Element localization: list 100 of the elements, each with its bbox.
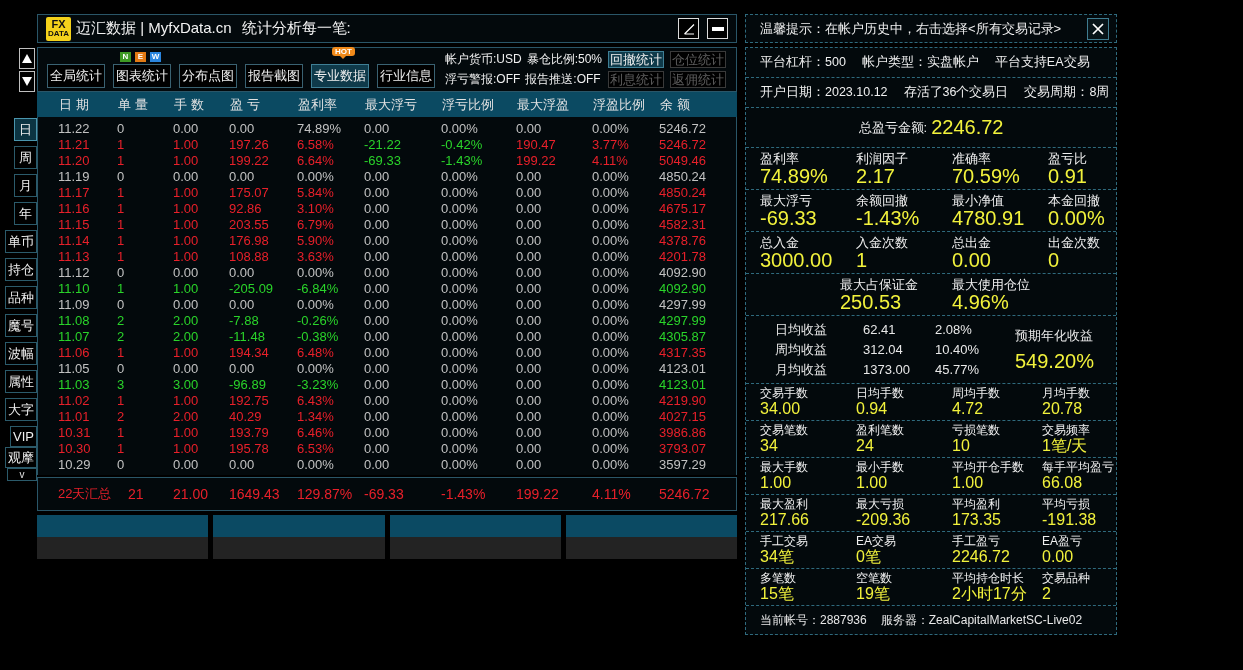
side-tab[interactable]: 品种 <box>5 286 37 309</box>
table-cell-text: 6.64% <box>297 153 335 169</box>
side-tab[interactable]: VIP <box>10 426 37 447</box>
table-cell-text: 0.00% <box>441 345 479 361</box>
side-tab[interactable]: 观摩 <box>5 447 37 468</box>
stat-value: 4.96% <box>952 291 1009 313</box>
table-cell-text: 74.89% <box>297 121 343 137</box>
side-tab[interactable]: 持仓 <box>5 258 37 281</box>
table-cell-text: 5049.46 <box>659 153 707 169</box>
stat-value: 0.00 <box>1042 548 1074 566</box>
table-cell-text: -11.48 <box>229 329 266 345</box>
table-cell-text: 11.05 <box>58 361 91 377</box>
average-amount: 1373.00 <box>863 362 911 377</box>
app-logo: FX DATA <box>46 16 71 41</box>
scroll-up-button[interactable] <box>19 48 35 69</box>
table-cell-text: 0.00 <box>516 201 543 217</box>
table-cell-text: 11.02 <box>58 393 91 409</box>
table-cell-text: 0.00 <box>516 249 543 265</box>
column-header: 盈 亏 <box>230 95 261 114</box>
side-tab[interactable]: 日 <box>14 118 37 141</box>
window-subtitle: 统计分析每一笔: <box>241 19 351 38</box>
table-cell-text: 0.00 <box>364 169 391 185</box>
angle-button[interactable] <box>678 18 699 39</box>
table-cell-text: 2 <box>117 313 126 329</box>
table-cell-text: -6.84% <box>297 281 340 297</box>
table-cell-text: 0.00 <box>364 313 391 329</box>
side-tab[interactable]: 周 <box>14 146 37 169</box>
footer-text: 服务器：ZealCapitalMarketSC-Live02 <box>880 611 1083 629</box>
table-cell-text: 4675.17 <box>659 201 707 217</box>
table-cell-text: 0.00 <box>516 233 543 249</box>
table-cell-text: 0 <box>117 265 126 281</box>
side-tab[interactable]: 大字 <box>5 398 37 421</box>
stat-value: 34.00 <box>760 400 801 418</box>
side-tab[interactable]: 单币 <box>5 230 37 253</box>
stat-label: 出金次数 <box>1048 234 1100 250</box>
table-cell-text: 0.00 <box>516 297 543 313</box>
side-tab[interactable]: 属性 <box>5 370 37 393</box>
minimize-button[interactable] <box>707 18 728 39</box>
stat-value: 1.00 <box>760 474 792 492</box>
table-cell-text: 10.29 <box>58 457 92 473</box>
account-setting: 浮亏警报:OFF <box>444 71 521 88</box>
table-cell-text: 192.75 <box>229 393 270 409</box>
stat-label: 平均盈利 <box>952 497 1000 511</box>
table-cell-text: 0.00 <box>516 329 543 345</box>
toolbar-tab[interactable]: 图表统计 <box>113 64 171 88</box>
table-cell-text: 1.00 <box>173 233 200 249</box>
side-tab[interactable]: 月 <box>14 174 37 197</box>
table-cell-text: 0.00 <box>516 169 543 185</box>
table-cell-text: 0.00 <box>364 297 391 313</box>
table-cell-text: 1 <box>117 217 126 233</box>
more-button[interactable]: v <box>7 468 37 481</box>
stat-value: -209.36 <box>856 511 911 529</box>
table-cell-text: 4378.76 <box>659 233 707 249</box>
table-cell-text: 1.00 <box>173 281 200 297</box>
toolbar-tab[interactable]: 全局统计 <box>47 64 105 88</box>
stat-value: -191.38 <box>1042 511 1097 529</box>
stat-label: 交易频率 <box>1042 423 1090 437</box>
average-label: 日均收益 <box>775 322 828 337</box>
badge-letter: W <box>150 52 161 62</box>
table-cell-text: 2.00 <box>173 313 200 329</box>
toolbar-tab[interactable]: 报告截图 <box>245 64 303 88</box>
toolbar-tab[interactable]: 行业信息 <box>377 64 435 88</box>
stat-label: 交易手数 <box>760 386 808 400</box>
side-tab[interactable]: 魔号 <box>5 314 37 337</box>
summary-cell-text: 129.87% <box>297 486 354 502</box>
scroll-down-button[interactable] <box>19 71 35 92</box>
table-cell-text: 0.00 <box>364 233 391 249</box>
stat-value: 250.53 <box>840 291 902 313</box>
side-tab[interactable]: 波幅 <box>5 342 37 365</box>
window-title: 迈汇数据 | MyfxData.cn <box>76 19 232 38</box>
stat-button[interactable]: 回撤统计 <box>608 51 664 68</box>
table-cell-text: 10.31 <box>58 425 92 441</box>
table-cell-text: 0.00 <box>516 345 543 361</box>
stat-label: 盈利笔数 <box>856 423 904 437</box>
table-cell-text: 1.00 <box>173 153 200 169</box>
table-cell-text: 4092.90 <box>659 281 707 297</box>
table-cell-text: 11.15 <box>58 217 91 233</box>
table-cell-text: 1 <box>117 201 126 217</box>
table-cell-text: 4850.24 <box>659 169 707 185</box>
table-cell-text: 3.00 <box>173 377 200 393</box>
stat-value: -1.43% <box>856 207 920 229</box>
stat-label: 空笔数 <box>856 571 892 585</box>
table-cell-text: 4201.78 <box>659 249 707 265</box>
account-setting: 帐户货币:USD <box>444 51 522 68</box>
table-cell-text: 0.00% <box>441 377 479 393</box>
side-tab[interactable]: 年 <box>14 202 37 225</box>
stat-label: 余额回撤 <box>856 192 908 208</box>
toolbar-tab[interactable]: 分布点图 <box>179 64 237 88</box>
table-cell-text: 2 <box>117 409 126 425</box>
close-button[interactable] <box>1087 17 1109 40</box>
table-cell-text: -0.38% <box>297 329 340 345</box>
column-header: 日 期 <box>59 95 90 114</box>
table-cell-text: 11.08 <box>58 313 91 329</box>
table-cell-text: 108.88 <box>229 249 270 265</box>
table-cell-text: -0.42% <box>441 137 484 153</box>
stat-value: 10 <box>952 437 970 455</box>
column-header: 单 量 <box>118 95 149 114</box>
table-cell-text: 0.00% <box>592 345 630 361</box>
stat-value: 2.17 <box>856 165 895 187</box>
toolbar-tab[interactable]: 专业数据 <box>311 64 369 88</box>
